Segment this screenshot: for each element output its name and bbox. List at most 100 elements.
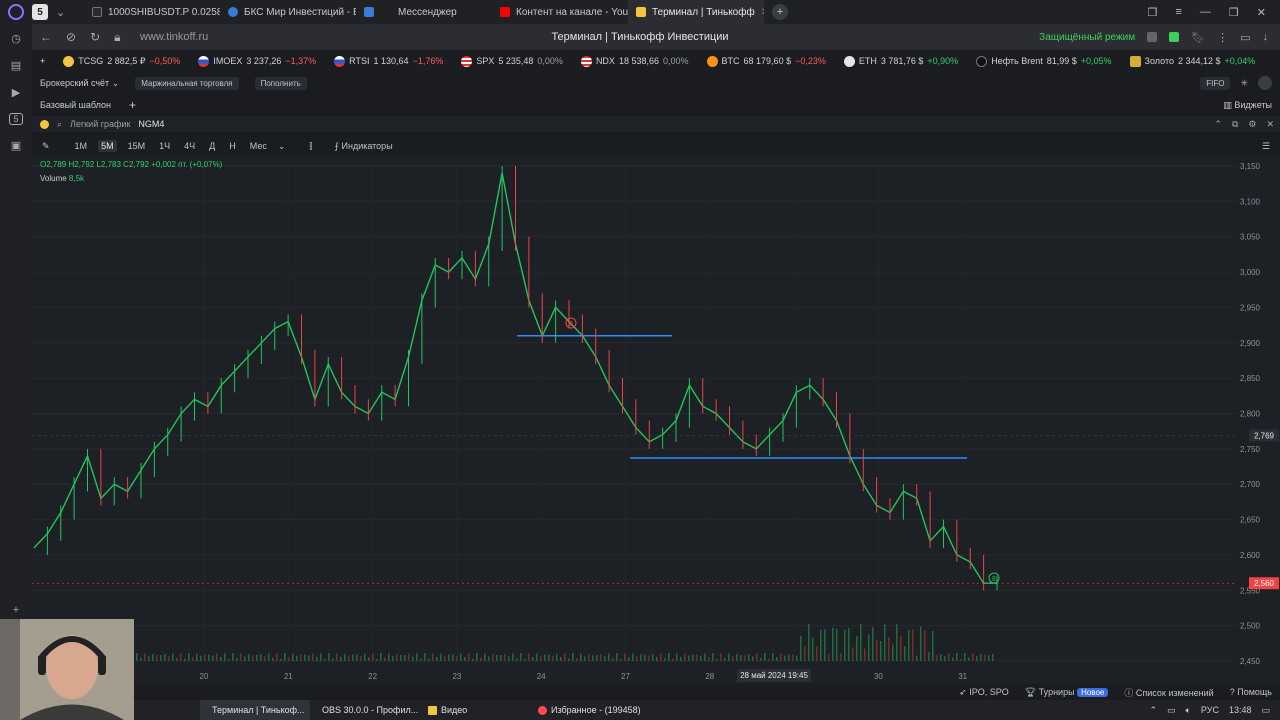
new-tab-button[interactable]: + (772, 4, 788, 20)
taskbar-item[interactable]: Терминал | Тинькоф... (200, 700, 310, 720)
browser-logo-icon[interactable] (8, 4, 24, 20)
account-selector[interactable]: Брокерский счёт ⌄ (40, 78, 119, 89)
add-icon[interactable]: + (13, 604, 19, 616)
ticker-item[interactable]: Нефть Brent 81,99 $ +0,05% (976, 55, 1112, 67)
ticker-item[interactable]: IMOEX 3 237,26 −1,37% (198, 55, 316, 67)
clock[interactable]: 13:48 (1229, 705, 1252, 716)
url-field[interactable]: www.tinkoff.ru (140, 31, 208, 43)
ticker-item[interactable]: ETH 3 781,76 $ +0,90% (843, 55, 958, 67)
gear-icon[interactable]: ⚙ (1248, 119, 1256, 130)
margin-trading-button[interactable]: Маржинальная торговля (135, 76, 239, 90)
chart-type-label[interactable]: Легкий график (70, 119, 130, 129)
lock-icon[interactable]: 🔒︎ (114, 30, 120, 45)
volume-icon[interactable]: 🔈︎ (1186, 705, 1191, 716)
timeframe-month[interactable]: Мес (247, 140, 270, 152)
close-icon[interactable]: ✕ (761, 7, 764, 18)
ticker-item[interactable]: BTC 68 179,60 $ −0,23% (706, 55, 826, 67)
template-tab[interactable]: Базовый шаблон (40, 100, 111, 110)
chevron-down-icon[interactable]: ⌄ (278, 141, 286, 152)
tournaments-link[interactable]: 🏆︎ Турниры Новое (1025, 687, 1109, 698)
timeframe-15m[interactable]: 15M (125, 140, 149, 152)
draw-pencil-icon[interactable]: ✎ (42, 141, 50, 152)
add-ticker-icon[interactable]: + (40, 56, 45, 66)
network-icon[interactable]: ▭ (1167, 705, 1176, 716)
volume-bar (444, 655, 446, 661)
ticker-item[interactable]: Золото 2 344,12 $ +0,04% (1129, 55, 1255, 67)
ticker-item[interactable]: SPX 5 235,48 0,00% (461, 55, 563, 67)
help-link[interactable]: ? Помощь (1230, 687, 1272, 697)
widgets-button[interactable]: ▥ Виджеты (1223, 100, 1280, 111)
browser-tab[interactable]: Мессенджер (356, 0, 492, 24)
ipo-link[interactable]: ➶ IPO, SPO (959, 687, 1009, 698)
volume-bar (300, 654, 302, 661)
secure-mode-label[interactable]: Защищённый режим (1039, 32, 1135, 43)
browser-tab[interactable]: БКС Мир Инвестиций - В (220, 0, 356, 24)
notes-icon[interactable]: ▤ (11, 59, 21, 72)
timeframe-4h[interactable]: 4Ч (181, 140, 198, 152)
taskbar-item[interactable]: Видео (420, 700, 530, 720)
history-icon[interactable]: ◷ (11, 32, 21, 45)
back-icon[interactable]: ← (40, 30, 52, 45)
extension-icon[interactable] (1169, 32, 1180, 42)
timeframe-day[interactable]: Д (206, 140, 218, 152)
collapse-icon[interactable]: ⌃ (1214, 119, 1222, 130)
ticker-symbol[interactable]: NGM4 (138, 119, 164, 129)
restore-icon[interactable]: ❐ (1229, 6, 1239, 19)
ticker-item[interactable]: RTSI 1 130,64 −1,76% (334, 55, 443, 67)
tabs-icon[interactable]: ❐ (1148, 6, 1158, 19)
timeframe-1h[interactable]: 1Ч (156, 140, 173, 152)
reload-icon[interactable]: ↻ (90, 30, 100, 45)
reader-icon[interactable]: ▭ (1240, 31, 1250, 44)
candles-icon[interactable]: ⫿ (309, 141, 312, 152)
notifications-icon[interactable]: ▭ (1261, 705, 1270, 716)
browser-tab-active[interactable]: Терминал | Тинькофф ✕ (628, 0, 764, 24)
gallery-icon[interactable]: ▣ (11, 139, 21, 152)
price-chart[interactable]: 3,150 3,100 3,050 3,000 2,950 2,900 2,850 2,800… (32, 156, 1280, 684)
volume-bar (376, 658, 378, 661)
timeframe-1m[interactable]: 1M (72, 140, 91, 152)
topup-button[interactable]: Пополнить (254, 76, 307, 90)
workspace-badge[interactable]: 5 (32, 4, 48, 20)
avatar[interactable] (1258, 76, 1272, 90)
chart-svg[interactable]: 3,150 3,100 3,050 3,000 2,950 2,900 2,850 2,800… (32, 156, 1280, 684)
bookmark-icon[interactable]: 🔖︎ (1191, 31, 1205, 44)
chevron-up-icon[interactable]: ⌃ (1149, 705, 1157, 716)
browser-tab[interactable]: Контент на канале - YouT (492, 0, 628, 24)
extension-icon[interactable] (1147, 32, 1158, 42)
taskbar-item[interactable]: OBS 30.0.0 - Профил... (310, 700, 420, 720)
add-template-icon[interactable]: + (129, 98, 136, 112)
close-icon[interactable]: ✕ (1266, 119, 1274, 130)
browser-tab[interactable]: 1000SHIBUSDT.P 0.02586 (84, 0, 220, 24)
ticker-item[interactable]: TCSG 2 882,5 ₽ −0,50% (63, 55, 180, 67)
chevron-down-icon[interactable]: ⌄ (56, 6, 65, 19)
menu-icon[interactable]: ≡ (1175, 6, 1181, 19)
volume-bar (640, 654, 642, 661)
search-icon[interactable]: ⌕ (57, 119, 62, 130)
help-icon: ? (1229, 687, 1235, 697)
fifo-badge[interactable]: FIFO (1200, 76, 1231, 90)
play-icon[interactable]: ▶ (12, 86, 20, 99)
counter-icon[interactable]: 5 (9, 113, 23, 125)
volume-bar (792, 654, 794, 661)
language-indicator[interactable]: РУС (1201, 705, 1219, 716)
close-window-icon[interactable]: ✕ (1257, 6, 1266, 19)
timeframe-5m[interactable]: 5M (98, 140, 117, 152)
download-icon[interactable]: ↓ (1263, 31, 1269, 43)
tab-label: Терминал | Тинькофф (652, 6, 755, 18)
ticker-item[interactable]: NDX 18 538,66 0,00% (580, 55, 689, 67)
group-color-icon[interactable] (40, 119, 49, 129)
volume-bar (708, 657, 710, 661)
changelog-link[interactable]: ⓘ Список изменений (1124, 686, 1213, 699)
menu-lines-icon[interactable]: ☰ (1262, 141, 1280, 152)
volume-bar (312, 653, 314, 661)
minimize-icon[interactable]: — (1200, 6, 1211, 19)
shield-icon[interactable]: ⊘ (66, 30, 76, 45)
popout-icon[interactable]: ⧉ (1232, 119, 1238, 130)
volume-bar (516, 657, 518, 661)
taskbar-item[interactable]: Избранное - (199458) (530, 700, 660, 720)
timeframe-week[interactable]: Н (226, 140, 239, 152)
settings-icon[interactable]: ✳ (1240, 78, 1248, 89)
volume-bar (536, 653, 538, 661)
extensions-menu-icon[interactable]: ⋮ (1217, 31, 1228, 44)
indicators-button[interactable]: ⨍ Индикаторы (334, 141, 392, 152)
